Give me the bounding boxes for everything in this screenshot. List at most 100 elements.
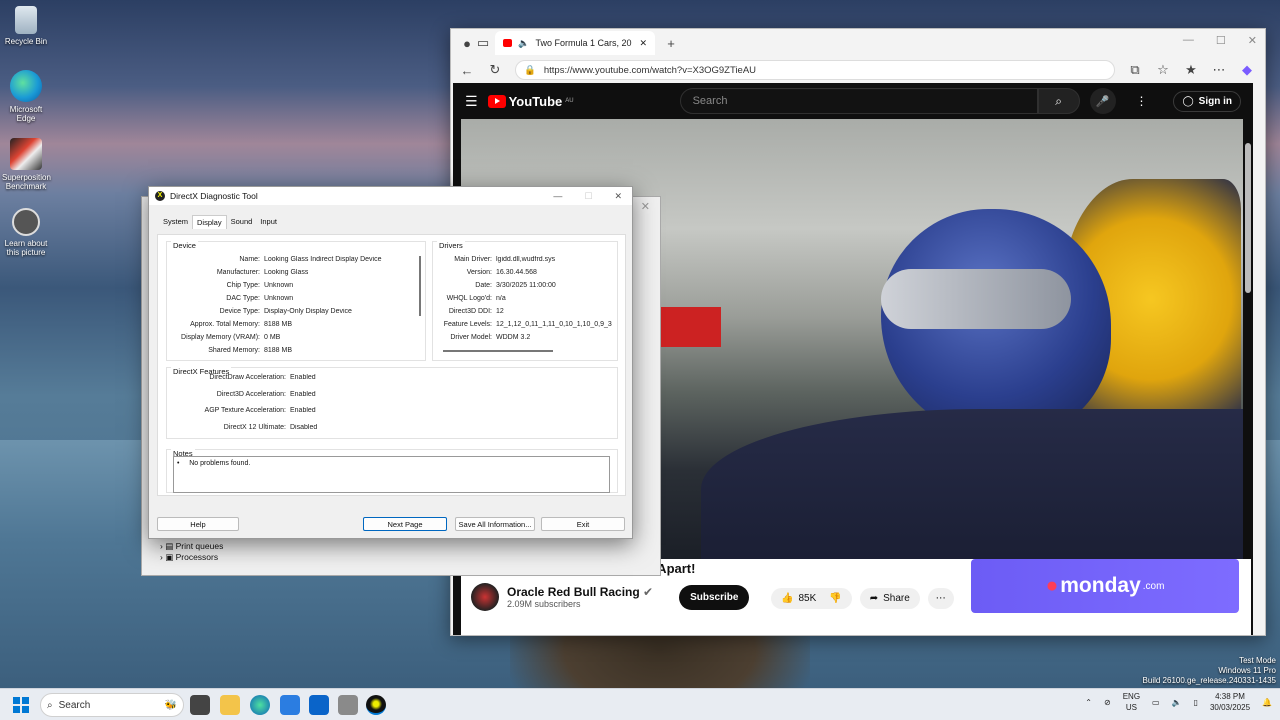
youtube-logo-text: YouTube [508,93,563,109]
subscribe-button[interactable]: Subscribe [679,584,750,610]
tab-input[interactable]: Input [256,215,281,229]
taskbar-search[interactable]: ⌕ Search 🐝 [40,693,184,717]
dxdiag-taskbar-icon[interactable] [366,695,386,715]
more-menu-icon[interactable]: ⋯ [1211,62,1227,78]
superposition-icon [10,138,42,170]
channel-name[interactable]: Oracle Red Bull Racing ✔ [507,585,653,599]
network-icon[interactable]: ⊘ [1104,698,1111,707]
favorites-icon[interactable]: ★ [1183,62,1199,78]
copilot-icon[interactable]: ◆ [1239,62,1255,78]
youtube-search-input[interactable]: Search [679,88,1038,114]
desktop-icon-edge[interactable]: Microsoft Edge [2,70,50,123]
info-row: Driver Model: WDDM 3.2 [432,334,530,341]
tree-item-processors[interactable]: › ▣ Processors [160,552,223,563]
info-row: Name: Looking Glass Indirect Display Devi… [166,256,381,263]
tree-item-print-queues[interactable]: › ▤ Print queues [160,541,223,552]
minimize-icon[interactable]: — [1183,34,1194,47]
task-view-icon[interactable] [190,695,210,715]
info-key: Shared Memory: [208,347,260,354]
store-icon[interactable] [280,695,300,715]
outlook-icon[interactable] [309,695,329,715]
close-icon[interactable]: ✕ [1248,34,1257,47]
tool-icon[interactable] [338,695,358,715]
profile-icon[interactable]: ● [459,36,475,51]
next-page-button[interactable]: Next Page [363,517,447,531]
info-value: Disabled [290,423,318,431]
info-row: Shared Memory: 8188 MB [166,347,292,354]
sign-in-button[interactable]: ◯ Sign in [1173,90,1241,112]
tab-display[interactable]: Display [192,215,227,229]
info-value: Unknown [264,282,294,289]
info-value: 12 [496,308,504,315]
language-indicator[interactable]: ENG US [1123,691,1140,713]
tree-item-label: Processors [175,552,219,562]
more-actions-button[interactable]: ⋯ [927,588,954,609]
exit-button[interactable]: Exit [541,517,625,531]
maximize-icon[interactable]: ☐ [1216,34,1226,47]
channel-avatar[interactable] [471,583,499,611]
search-placeholder: Search [692,95,728,107]
new-tab-icon[interactable]: + [663,36,679,51]
windows-logo-icon [13,706,20,713]
desktop-icon-recycle-bin[interactable]: Recycle Bin [2,6,50,46]
info-row: Display Memory (VRAM): 0 MB [166,334,280,341]
info-value: lgidd.dll,wudfrd.sys [496,256,556,263]
minimize-icon[interactable]: — [553,191,562,202]
search-icon[interactable]: ⌕ [1037,88,1080,114]
favorite-star-icon[interactable]: ☆ [1155,62,1171,78]
microphone-icon[interactable]: 🎤 [1089,88,1116,114]
youtube-play-icon [487,94,506,108]
edge-icon[interactable] [250,695,270,715]
info-key: AGP Texture Acceleration: [204,407,286,414]
subscriber-count: 2.09M subscribers [507,599,581,609]
info-row: AGP Texture Acceleration: Enabled [166,407,316,414]
thumbs-down-icon[interactable]: 👎 [829,593,841,604]
app-available-icon[interactable]: ⧉ [1127,62,1143,78]
info-key: Display Memory (VRAM): [181,334,260,341]
share-button[interactable]: ➦ Share [859,588,920,609]
device-scrollbar[interactable] [419,256,421,316]
kebab-menu-icon[interactable]: ⋮ [1135,94,1147,108]
tab-actions-icon[interactable]: ▭ [475,35,491,51]
chevron-up-icon[interactable]: ⌃ [1085,698,1092,707]
back-icon[interactable]: ← [459,63,475,78]
tab-youtube[interactable]: 🔈 Two Formula 1 Cars, 20 Year ✕ [495,31,655,55]
start-button[interactable] [13,697,29,713]
like-button[interactable]: 👍 85K 👎 [771,588,852,609]
desktop-icon-superposition[interactable]: Superposition Benchmark [2,138,51,191]
help-button[interactable]: Help [157,517,239,531]
desktop-icon-learn-picture[interactable]: Learn about this picture [2,208,50,257]
clock[interactable]: 4:38 PM 30/03/2025 [1210,691,1250,713]
youtube-logo[interactable]: YouTube AU [487,93,574,109]
info-key: Date: [475,282,492,289]
test-mode-watermark: Test Mode Windows 11 Pro Build 26100.ge_… [1143,656,1276,686]
tree-item-label: Print queues [175,541,224,551]
battery-icon[interactable]: ▯ [1194,698,1198,707]
tab-close-icon[interactable]: ✕ [639,38,647,49]
close-icon[interactable]: ✕ [614,191,622,202]
drivers-scrollbar[interactable] [443,350,553,352]
tab-system[interactable]: System [159,215,192,229]
account-icon: ◯ [1182,95,1194,107]
save-all-information-button[interactable]: Save All Information... [455,517,535,531]
advertisement-banner[interactable]: ● monday .com [971,559,1239,613]
display-icon[interactable]: ▭ [1152,698,1160,707]
address-bar[interactable]: 🔒 https://www.youtube.com/watch?v=X3OG9Z… [515,60,1115,80]
language-code: ENG [1122,692,1141,701]
notes-text: No problems found. [189,460,251,467]
page-scrollbar[interactable] [1245,143,1251,293]
tab-sound[interactable]: Sound [227,215,257,229]
notification-bell-icon[interactable]: 🔔 [1262,698,1272,707]
close-icon[interactable]: ✕ [641,200,650,213]
info-row: DirectX 12 Ultimate: Disabled [166,423,318,431]
hamburger-menu-icon[interactable]: ☰ [465,93,478,110]
refresh-icon[interactable]: ↻ [487,62,503,78]
monday-logo-icon: ● [1045,574,1059,597]
sign-in-label: Sign in [1198,95,1232,107]
volume-icon[interactable]: 🔈 [1172,698,1182,707]
info-value: WDDM 3.2 [496,334,531,341]
notes-textbox[interactable]: • No problems found. [173,456,610,493]
thumbs-up-icon: 👍 [781,593,794,604]
file-explorer-icon[interactable] [220,695,240,715]
info-value: 8188 MB [264,321,293,328]
